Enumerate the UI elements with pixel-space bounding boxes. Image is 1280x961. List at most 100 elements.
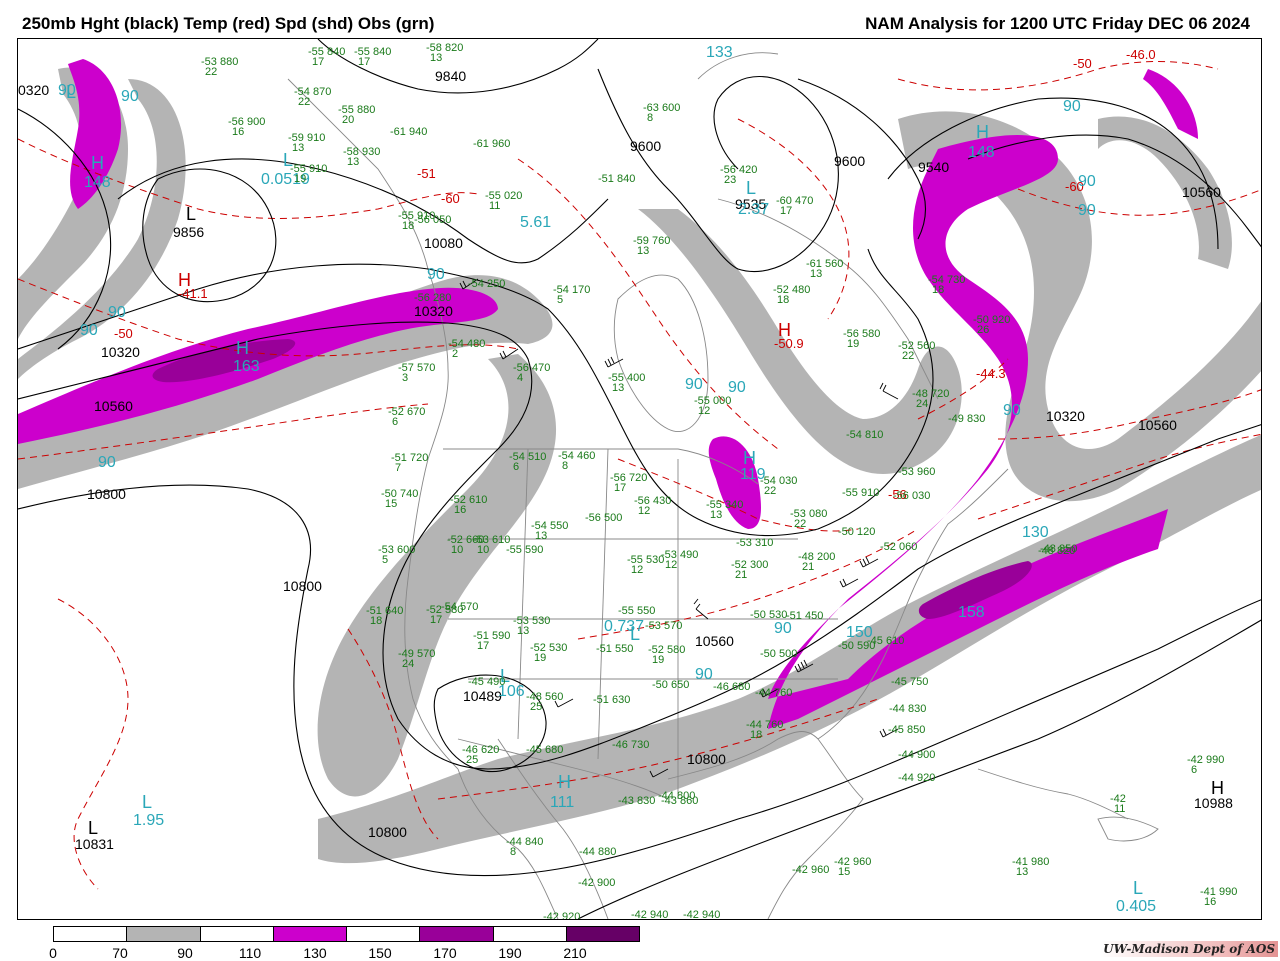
station-observation: -61 940	[390, 127, 427, 138]
station-observation: -50 120	[838, 526, 876, 538]
legend-swatch-130-150	[347, 927, 421, 941]
speed-label: 90	[695, 666, 713, 683]
station-observation: -44 840 8	[506, 837, 543, 858]
speed-label: 158	[958, 604, 985, 621]
station-observation: -49 830	[948, 413, 986, 425]
height-label: 9856	[173, 224, 205, 240]
speed-label: 133	[706, 44, 733, 61]
speed-label: 0.405	[1116, 898, 1157, 915]
legend-swatch-110-130	[273, 927, 347, 941]
speed-label: 2.37	[738, 201, 770, 218]
low-pressure-symbol: L	[142, 792, 153, 812]
station-observation: -44 920	[898, 773, 935, 784]
station-observation: -56 500	[585, 512, 623, 524]
station-observation: -55 340 13	[706, 500, 743, 521]
station-observation: -52 610 16	[450, 495, 487, 516]
height-label: 10800	[687, 751, 726, 767]
legend-tick: 70	[112, 945, 128, 961]
station-temp-and-height: -51 550	[596, 643, 634, 655]
station-temp-and-height: -50 530	[750, 609, 788, 621]
station-dewpoint: 22	[764, 485, 777, 497]
station-observation: -55 840 17	[308, 47, 345, 68]
credit-label: UW-Madison Dept of AOS	[1100, 941, 1278, 957]
legend-swatch-190-210	[566, 927, 639, 941]
station-observation: -54 480 2	[448, 339, 485, 360]
station-observation: -44 900	[898, 750, 935, 761]
speed-label: 90	[685, 376, 703, 393]
height-label: 10560	[1138, 417, 1177, 433]
station-observation: -46 620 25	[462, 745, 499, 766]
station-observation: -53 080 22	[790, 509, 827, 530]
station-dewpoint: 21	[802, 561, 815, 573]
speed-label: 1.95	[133, 812, 165, 829]
station-observation: -48 560 25	[526, 692, 563, 713]
station-observation: -54 510 6	[509, 452, 546, 473]
station-observation: -53 570	[645, 620, 683, 632]
height-label: 9600	[834, 153, 866, 169]
station-temp-and-height: -55 590	[506, 544, 544, 556]
station-dewpoint: 22	[205, 66, 218, 78]
station-temp-and-height: -55 910	[842, 487, 880, 499]
station-observation: -58 820 13	[426, 43, 463, 64]
station-dewpoint: 13	[710, 509, 723, 521]
legend-tick: 0	[49, 945, 57, 961]
station-observation: -41 990 16	[1200, 887, 1237, 908]
station-dewpoint: 15	[385, 498, 398, 510]
high-pressure-symbol: H	[178, 270, 191, 290]
speed-label: 90	[80, 322, 98, 339]
station-temp-and-height: -56 500	[585, 512, 623, 524]
station-observation: -55 840 17	[354, 47, 391, 68]
station-dewpoint: 16	[454, 504, 467, 516]
speed-label: 90	[98, 454, 116, 471]
coast-cuba	[977, 768, 1129, 820]
height-label: 10489	[463, 688, 502, 704]
station-temp-and-height: -56 050	[414, 214, 452, 226]
station-observation: -56 470 4	[513, 363, 550, 384]
legend-tick: 170	[433, 945, 457, 961]
height-label: 10800	[368, 824, 407, 840]
station-observation: -56 430 12	[634, 496, 671, 517]
station-dewpoint: 4	[517, 372, 524, 384]
station-temp-and-height: -44 760	[755, 687, 793, 699]
station-observation: -52 580 19	[648, 645, 685, 666]
station-temp-and-height: -51 840	[598, 173, 636, 185]
station-temp-and-height: -42 940	[631, 909, 669, 920]
station-observation: -54 170 5	[553, 285, 590, 306]
station-temp-and-height: -53 570	[645, 620, 683, 632]
speed-color-legend	[53, 926, 640, 942]
station-observation: -55 590	[506, 544, 544, 556]
height-label: 10080	[424, 235, 463, 251]
station-observation: -56 030	[893, 491, 930, 502]
high-pressure-symbol: H	[558, 772, 571, 792]
station-temp-and-height: -49 830	[948, 413, 986, 425]
station-dewpoint: 22	[794, 518, 807, 530]
station-observation: -56 280	[414, 293, 451, 304]
station-observation: -54 250	[468, 279, 505, 290]
station-observation: -55 880 20	[338, 105, 375, 126]
station-dewpoint: 6	[392, 416, 399, 428]
high-pressure-symbol: H	[236, 338, 249, 358]
station-temp-and-height: -50 120	[838, 526, 876, 538]
station-dewpoint: 13	[517, 625, 530, 637]
legend-tick: 130	[303, 945, 327, 961]
station-temp-and-height: -54 570	[441, 601, 479, 613]
weather-map: 0320 9840 9600 9600 9535 9540 10560 9856…	[17, 38, 1262, 920]
station-observation: -48 820	[1038, 546, 1075, 557]
station-dewpoint: 17	[358, 56, 371, 68]
low-pressure-symbol: L	[630, 624, 641, 644]
station-dewpoint: 13	[810, 268, 823, 280]
speed-label: 148	[84, 174, 111, 191]
station-dewpoint: 25	[530, 701, 543, 713]
station-observation: -46 680	[713, 681, 751, 693]
station-observation: -54 730 18	[928, 275, 965, 296]
station-observation: -45 680	[526, 745, 563, 756]
station-observation: -52 560 22	[898, 341, 935, 362]
station-observation: -55 400 13	[608, 373, 645, 394]
station-dewpoint: 24	[916, 398, 929, 410]
station-dewpoint: 13	[430, 52, 443, 64]
height-label: 10560	[1182, 184, 1221, 200]
station-temp-and-height: -46 680	[713, 681, 751, 693]
station-observation: -42 920	[543, 912, 580, 920]
station-observation: -55 910	[842, 487, 880, 499]
station-observation: -51 840	[598, 173, 636, 185]
